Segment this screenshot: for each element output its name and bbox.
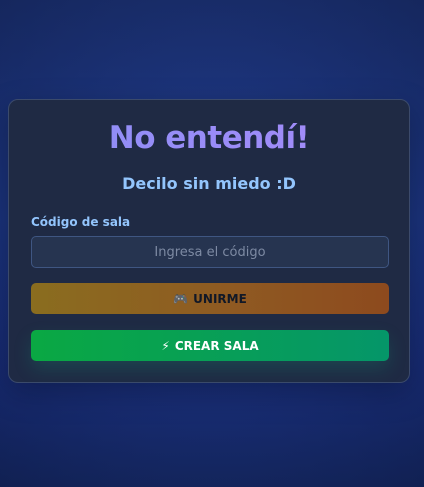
join-button[interactable]: 🎮 UNIRME <box>31 283 389 314</box>
create-room-button[interactable]: ⚡ CREAR SALA <box>31 330 389 361</box>
room-code-input[interactable] <box>31 236 389 268</box>
create-room-button-label: CREAR SALA <box>174 338 259 353</box>
gamepad-icon: 🎮 <box>173 291 189 306</box>
page-subtitle: Decilo sin miedo :D <box>122 174 296 193</box>
room-code-label: Código de sala <box>31 215 131 229</box>
join-button-label: UNIRME <box>193 291 247 306</box>
lightning-icon: ⚡ <box>161 338 170 353</box>
page-title: No entendí! <box>9 120 409 156</box>
join-room-card: No entendí! Decilo sin miedo :D Código d… <box>8 99 410 383</box>
